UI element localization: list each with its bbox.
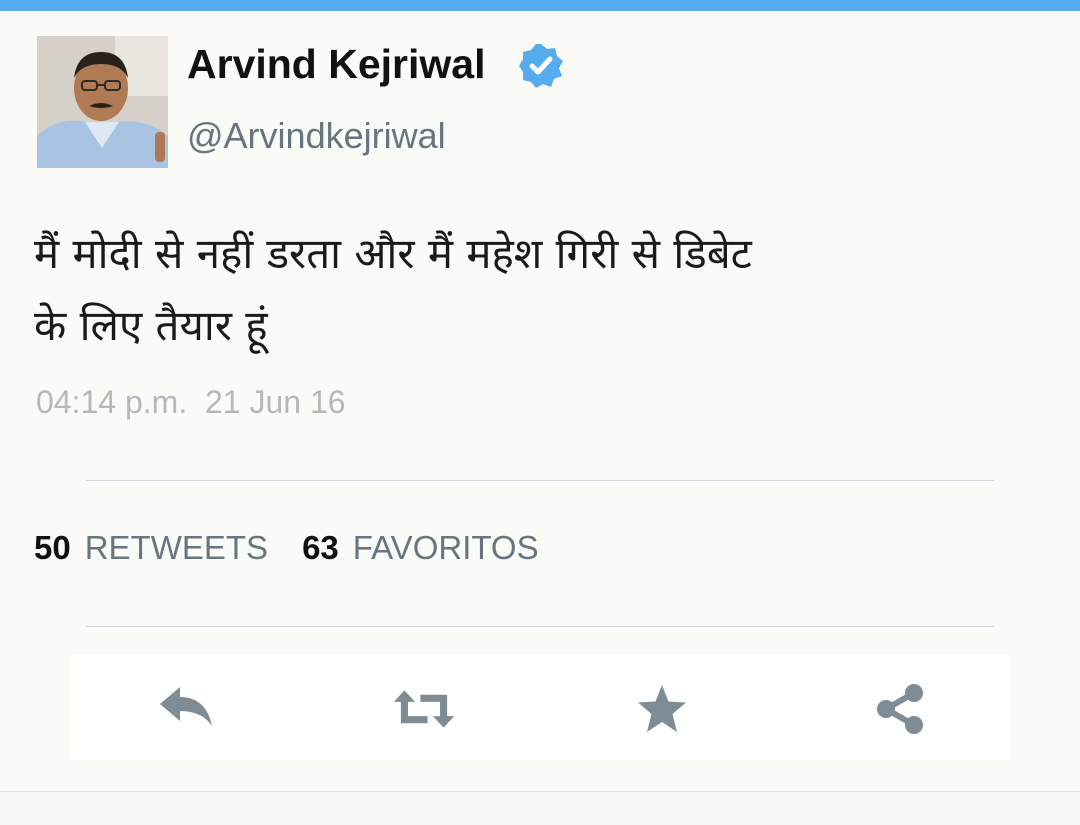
retweets-label: RETWEETS [84, 529, 269, 566]
reply-icon [160, 687, 212, 726]
author-handle[interactable]: @Arvindkejriwal [187, 118, 446, 154]
share-button[interactable] [868, 677, 932, 741]
favorites-stat[interactable]: 63 FAVORITOS [302, 529, 539, 566]
divider [86, 626, 994, 627]
avatar[interactable] [37, 36, 168, 168]
tweet-actions-bar [70, 655, 1010, 760]
favorites-count: 63 [302, 529, 339, 566]
retweets-count: 50 [34, 529, 71, 566]
favorite-button[interactable] [630, 677, 694, 741]
star-icon [638, 685, 686, 732]
retweets-stat[interactable]: 50 RETWEETS [34, 529, 268, 566]
tweet-timestamp: 04:14 p.m. 21 Jun 16 [36, 384, 346, 420]
share-icon [877, 684, 923, 734]
retweet-button[interactable] [392, 677, 456, 741]
top-accent-bar [0, 0, 1080, 11]
reply-button[interactable] [154, 677, 218, 741]
tweet-text-line: मैं मोदी से नहीं डरता और मैं महेश गिरी स… [34, 229, 752, 278]
bottom-divider [0, 791, 1080, 792]
tweet-text: मैं मोदी से नहीं डरता और मैं महेश गिरी स… [34, 218, 1034, 362]
author-display-name[interactable]: Arvind Kejriwal [187, 44, 485, 85]
favorites-label: FAVORITOS [352, 529, 539, 566]
tweet-stats: 50 RETWEETS 63 FAVORITOS [34, 531, 539, 564]
avatar-image [37, 36, 168, 168]
divider [86, 480, 994, 481]
verified-badge-icon [519, 44, 563, 88]
tweet-text-line: के लिए तैयार हूं [34, 301, 268, 350]
retweet-icon [393, 690, 455, 728]
